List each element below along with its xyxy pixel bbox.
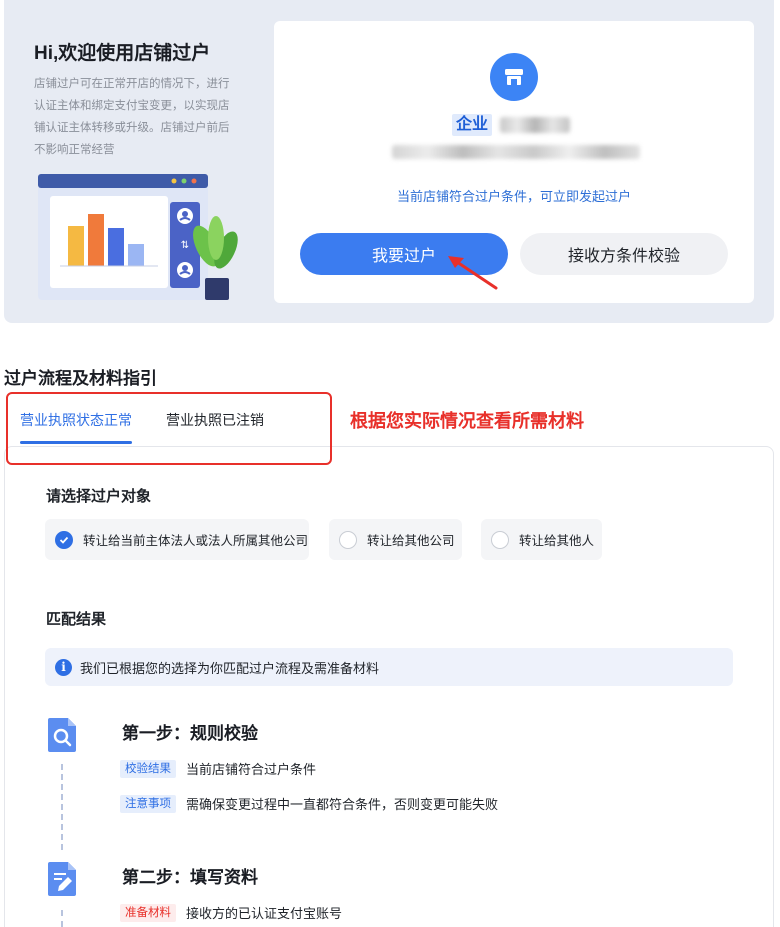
- select-target-title: 请选择过户对象: [46, 488, 152, 505]
- shop-status-text: 当前店铺符合过户条件，可立即发起过户: [396, 189, 631, 204]
- welcome-title: Hi,欢迎使用店铺过户: [34, 43, 211, 64]
- welcome-description: 店铺过户可在正常开店的情况下，进行认证主体和绑定支付宝变更，以实现店铺认证主体转…: [34, 78, 230, 156]
- note-text: 需确保变更过程中一直都符合条件，否则变更可能失败: [186, 797, 499, 812]
- redacted-shop-name: [500, 117, 571, 133]
- guide-title: 过户流程及材料指引: [4, 369, 157, 388]
- shop-card: 企业 当前店铺符合过户条件，可立即发起过户 我要过户 接收方条件校验: [274, 21, 754, 303]
- red-arrow-annotation: [448, 256, 498, 290]
- note-tag: 校验结果: [120, 759, 176, 778]
- radio-unchecked-icon: [491, 530, 509, 549]
- step-connector: [61, 910, 63, 927]
- note-text: 当前店铺符合过户条件: [186, 762, 317, 777]
- radio-option-other-company[interactable]: 转让给其他公司: [329, 519, 462, 560]
- shop-icon: [490, 53, 538, 101]
- step-2-note-materials: 准备材料 接收方的已认证支付宝账号: [120, 903, 342, 922]
- radio-unchecked-icon: [339, 530, 357, 549]
- magnifier-document-icon: [48, 718, 76, 752]
- note-tag: 准备材料: [120, 903, 176, 922]
- step-1-note-caution: 注意事项 需确保变更过程中一直都符合条件，否则变更可能失败: [120, 794, 498, 813]
- step-1-note-result: 校验结果 当前店铺符合过户条件: [120, 759, 316, 778]
- step-connector: [61, 764, 63, 850]
- radio-option-label: 转让给其他公司: [367, 534, 455, 548]
- match-result-title: 匹配结果: [46, 611, 107, 628]
- radio-checked-icon: [55, 530, 73, 549]
- annotation-text: 根据您实际情况查看所需材料: [350, 411, 584, 431]
- step-1-title: 第一步：规则校验: [122, 724, 258, 743]
- receiver-check-button[interactable]: 接收方条件校验: [520, 233, 728, 275]
- radio-option-current-entity[interactable]: 转让给当前主体法人或法人所属其他公司: [45, 519, 309, 560]
- note-tag: 注意事项: [120, 794, 176, 813]
- shop-name-row: 企业: [452, 113, 571, 137]
- radio-option-label: 转让给当前主体法人或法人所属其他公司: [83, 534, 309, 548]
- edit-document-icon: [48, 862, 76, 896]
- match-info-tip: i 我们已根据您的选择为你匹配过户流程及需准备材料: [45, 648, 733, 686]
- step-2-title: 第二步：填写资料: [122, 868, 258, 887]
- redacted-shop-id: [392, 145, 640, 159]
- enterprise-tag: 企业: [452, 114, 493, 136]
- match-tip-text: 我们已根据您的选择为你匹配过户流程及需准备材料: [80, 660, 380, 676]
- dashboard-illustration: ⇅: [38, 174, 238, 300]
- note-text: 接收方的已认证支付宝账号: [186, 906, 343, 921]
- red-highlight-box: [6, 392, 332, 465]
- svg-text:⇅: ⇅: [181, 240, 189, 251]
- info-icon: i: [55, 658, 72, 676]
- radio-option-label: 转让给其他人: [519, 534, 595, 548]
- radio-option-other-person[interactable]: 转让给其他人: [481, 519, 602, 560]
